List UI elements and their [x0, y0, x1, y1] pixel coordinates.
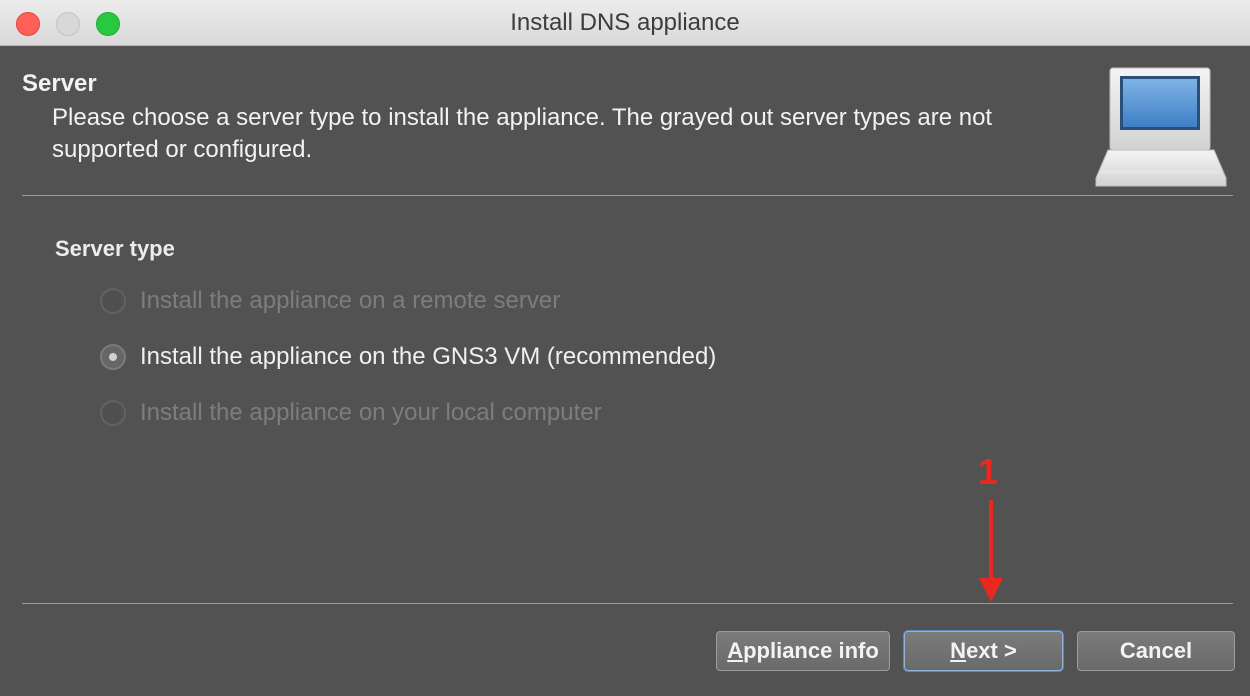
mnemonic-letter: A	[727, 638, 744, 663]
window-title: Install DNS appliance	[510, 9, 740, 36]
radio-label: Install the appliance on the GNS3 VM (re…	[140, 343, 717, 370]
server-type-label: Server type	[55, 236, 175, 261]
radio-button[interactable]	[100, 400, 126, 426]
appliance-info-button[interactable]: Appliance info	[716, 631, 890, 671]
annotation-arrow-icon	[979, 500, 1003, 602]
button-label: ppliance info	[743, 638, 879, 663]
computer-icon	[1095, 67, 1227, 187]
radio-label: Install the appliance on a remote server	[140, 287, 561, 314]
radio-button-selected[interactable]	[100, 344, 126, 370]
radio-button[interactable]	[100, 288, 126, 314]
footer-divider	[22, 603, 1233, 604]
page-subtitle: Please choose a server type to install t…	[52, 104, 993, 163]
next-button[interactable]: Next >	[904, 631, 1063, 671]
mnemonic-letter: N	[950, 638, 967, 663]
cancel-button[interactable]: Cancel	[1077, 631, 1235, 671]
button-label: Cancel	[1119, 638, 1193, 663]
radio-label: Install the appliance on your local comp…	[140, 399, 602, 426]
annotation-step-number: 1	[978, 451, 999, 492]
header-divider	[22, 195, 1233, 196]
radio-option-remote-server[interactable]: Install the appliance on a remote server	[100, 286, 560, 316]
radio-option-gns3-vm[interactable]: Install the appliance on the GNS3 VM (re…	[100, 342, 716, 372]
title-bar: Install DNS appliance	[0, 0, 1250, 46]
button-label: ext >	[966, 638, 1017, 663]
radio-option-local-computer[interactable]: Install the appliance on your local comp…	[100, 398, 602, 428]
wizard-page: Server Please choose a server type to in…	[0, 46, 1250, 696]
page-title: Server	[22, 70, 97, 97]
